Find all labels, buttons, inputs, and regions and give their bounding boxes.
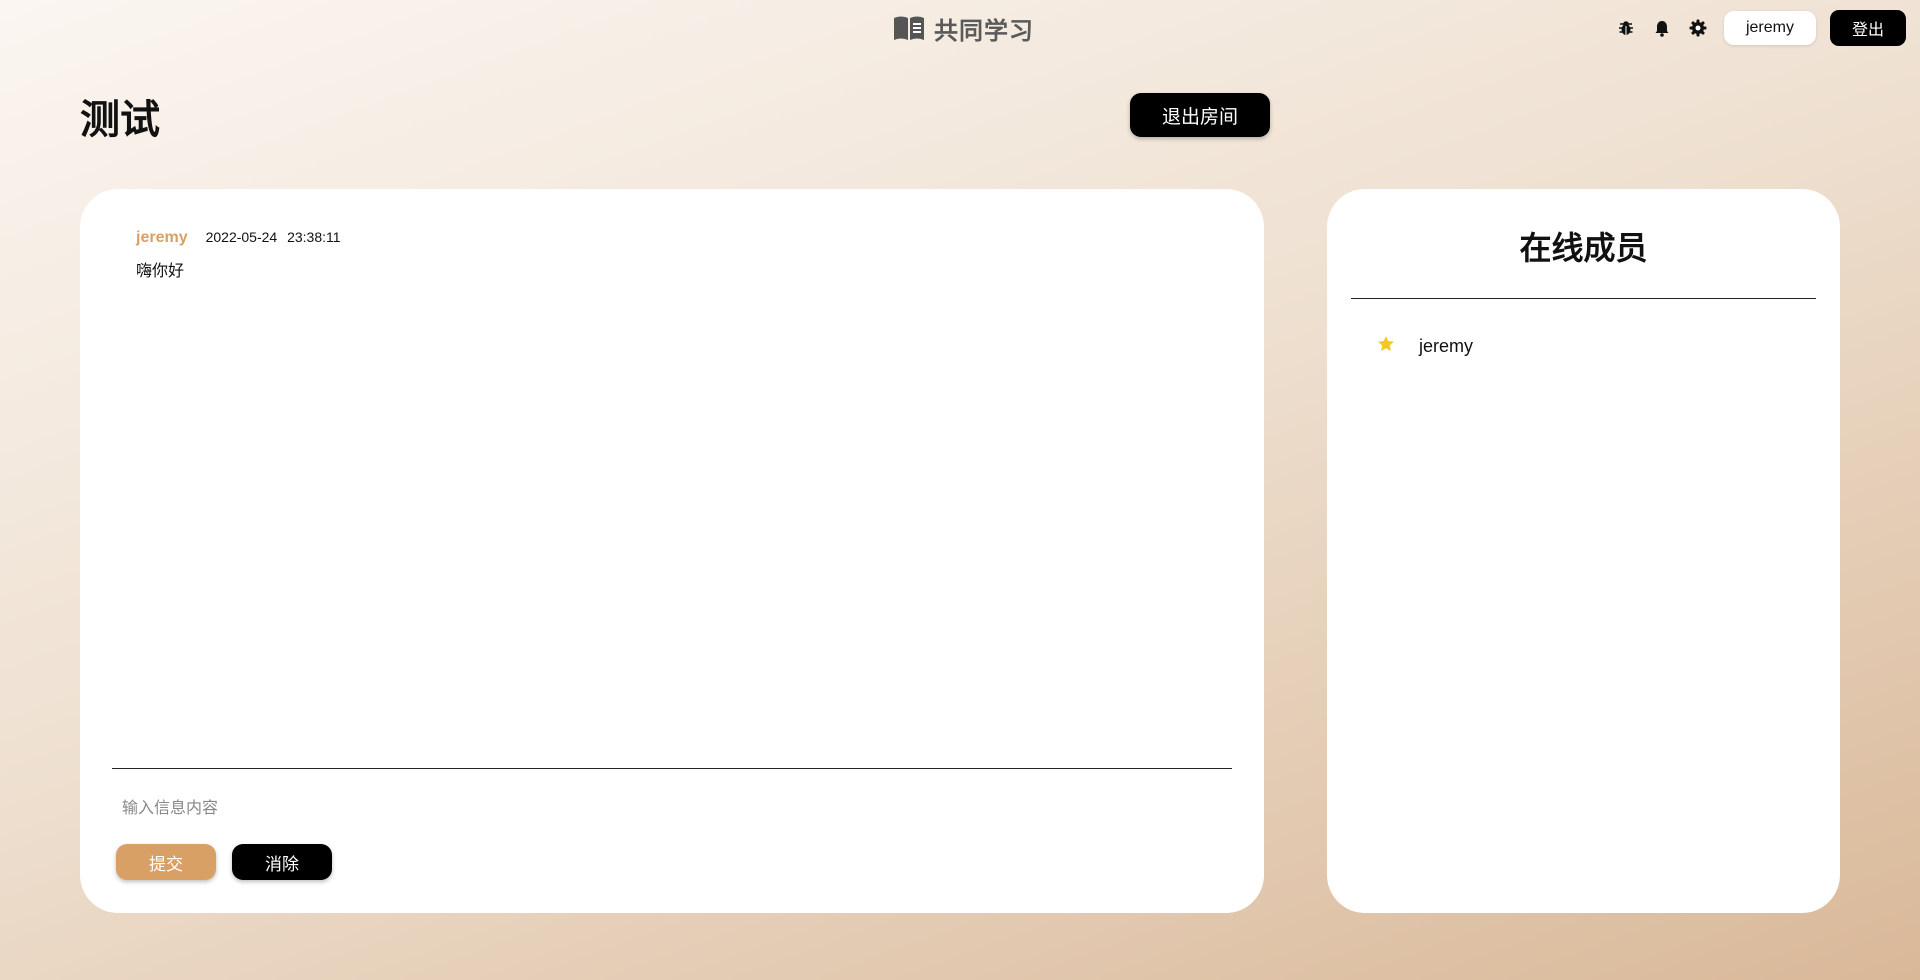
message-text: 嗨你好 [136,261,185,280]
chat-message: jeremy 2022-05-24 23:38:11 嗨你好 [136,229,341,281]
members-title: 在线成员 [1519,229,1648,267]
message-timestamp: 2022-05-24 23:38:11 [205,229,341,245]
app-title: 共同学习 [934,16,1034,45]
message-meta: jeremy 2022-05-24 23:38:11 [136,229,341,251]
leave-room-button[interactable]: 退出房间 [1130,93,1270,137]
star-icon [1377,335,1395,358]
clear-button[interactable]: 消除 [232,844,332,880]
brand[interactable]: 共同学习 [892,12,1034,45]
submit-button[interactable]: 提交 [116,844,216,880]
chat-panel: jeremy 2022-05-24 23:38:11 嗨你好 提交 消除 [80,189,1264,913]
message-author: jeremy [136,229,188,246]
bell-icon[interactable] [1644,11,1680,45]
chat-divider [112,768,1232,769]
message-input[interactable] [122,793,1222,821]
members-divider [1351,298,1816,299]
user-menu-button[interactable]: jeremy [1723,11,1816,45]
logout-button[interactable]: 登出 [1829,10,1906,46]
members-panel: 在线成员 jeremy [1327,189,1840,913]
member-list: jeremy [1377,331,1473,361]
member-name: jeremy [1419,335,1474,356]
bug-icon[interactable] [1608,11,1644,45]
book-icon [892,15,926,41]
top-bar: 共同学习 jeremy 登出 [0,0,1920,56]
top-actions: jeremy 登出 [1608,10,1906,46]
member-item[interactable]: jeremy [1377,331,1473,361]
gear-icon[interactable] [1680,11,1716,45]
room-title: 测试 [80,97,160,143]
